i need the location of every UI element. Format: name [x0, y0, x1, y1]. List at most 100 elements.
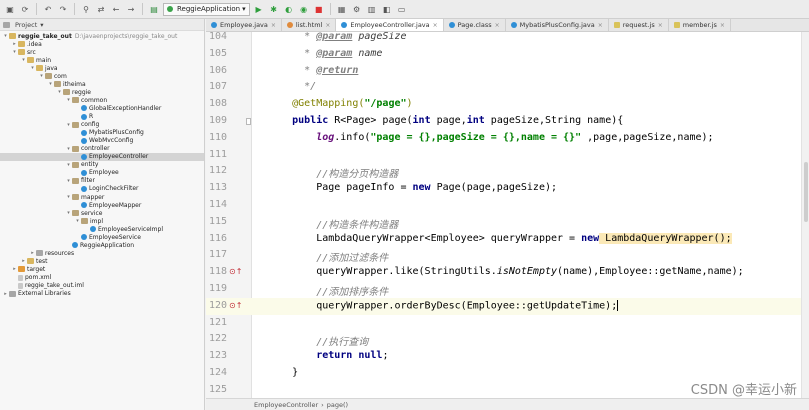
close-icon[interactable]: ×	[598, 22, 603, 29]
code-text[interactable]: //构造条件构造器	[316, 216, 398, 231]
settings-icon[interactable]: ⚙	[351, 3, 363, 15]
expand-arrow-icon[interactable]: ▾	[65, 194, 72, 200]
search-icon[interactable]: ⚲	[80, 3, 92, 15]
tree-node[interactable]: R	[0, 113, 204, 121]
code-line[interactable]: 105 * @param name	[206, 46, 809, 63]
terminal-icon[interactable]: ▭	[396, 3, 408, 15]
tree-node[interactable]: ▾ entity	[0, 161, 204, 169]
expand-arrow-icon[interactable]: ▾	[65, 97, 72, 103]
expand-arrow-icon[interactable]: ▾	[74, 218, 81, 224]
line-number[interactable]: 122	[206, 333, 227, 344]
code-text[interactable]: }	[292, 367, 298, 378]
override-marker-icon[interactable]: ⊙↑	[229, 301, 242, 310]
line-number[interactable]: 115	[206, 216, 227, 227]
collapse-arrow-icon[interactable]: ▸	[29, 250, 36, 256]
tree-node[interactable]: EmployeeController	[0, 152, 204, 161]
code-text[interactable]: public R<Page> page(int page,int pageSiz…	[292, 115, 623, 126]
code-line[interactable]: 109 public R<Page> page(int page,int page…	[206, 113, 809, 130]
tree-node[interactable]: ▾ itheima	[0, 80, 204, 88]
tree-node[interactable]: ▸ test	[0, 257, 204, 265]
tree-node[interactable]: EmployeeMapper	[0, 201, 204, 209]
scrollbar-thumb[interactable]	[804, 162, 808, 222]
line-number[interactable]: 117	[206, 249, 227, 260]
close-icon[interactable]: ×	[433, 22, 438, 29]
close-icon[interactable]: ×	[325, 22, 330, 29]
project-structure-icon[interactable]: ▥	[366, 3, 378, 15]
code-line[interactable]: 114	[206, 197, 809, 214]
code-line[interactable]: 110 log.info("page = {},pageSize = {},nam…	[206, 130, 809, 147]
expand-arrow-icon[interactable]: ▾	[47, 81, 54, 87]
code-line[interactable]: 108 @GetMapping("/page")	[206, 96, 809, 113]
tree-node[interactable]: WebMvcConfig	[0, 137, 204, 145]
tree-node[interactable]: EmployeeService	[0, 233, 204, 241]
expand-arrow-icon[interactable]: ▾	[65, 210, 72, 216]
code-text[interactable]: * @param name	[304, 48, 382, 59]
breadcrumb-class[interactable]: EmployeeController	[254, 401, 318, 409]
code-line[interactable]: 121	[206, 315, 809, 332]
tree-node[interactable]: ▾ src	[0, 48, 204, 56]
line-number[interactable]: 119	[206, 283, 227, 294]
code-text[interactable]: log.info("page = {},pageSize = {},name =…	[316, 132, 713, 143]
expand-arrow-icon[interactable]: ▾	[65, 146, 72, 152]
line-number[interactable]: 113	[206, 182, 227, 193]
code-line[interactable]: 116 LambdaQueryWrapper<Employee> queryWra…	[206, 231, 809, 248]
collapse-arrow-icon[interactable]: ▸	[11, 41, 18, 47]
line-number[interactable]: 110	[206, 132, 227, 143]
close-icon[interactable]: ×	[495, 22, 500, 29]
tree-node[interactable]: pom.xml	[0, 274, 204, 282]
code-text[interactable]: LambdaQueryWrapper<Employee> queryWrappe…	[316, 232, 732, 244]
tree-node[interactable]: ReggieApplication	[0, 241, 204, 249]
code-text[interactable]: //构造分页构造器	[316, 165, 398, 180]
expand-arrow-icon[interactable]: ▾	[20, 57, 27, 63]
code-text[interactable]: //添加排序条件	[316, 283, 388, 298]
line-number[interactable]: 121	[206, 317, 227, 328]
tree-node[interactable]: ▾ service	[0, 209, 204, 217]
sdk-icon[interactable]: ◧	[381, 3, 393, 15]
chevron-down-icon[interactable]: ▾	[40, 21, 43, 29]
tree-node[interactable]: ▾ mapper	[0, 193, 204, 201]
line-number[interactable]: 123	[206, 350, 227, 361]
line-number[interactable]: 125	[206, 384, 227, 395]
editor-tab[interactable]: member.js ×	[669, 19, 731, 31]
tree-node[interactable]: LoginCheckFilter	[0, 185, 204, 193]
code-text[interactable]: * @param pageSize	[304, 32, 406, 42]
run-configuration-select[interactable]: ReggieApplication ▾	[163, 2, 250, 16]
line-number[interactable]: 120	[206, 300, 227, 311]
code-text[interactable]: */	[304, 81, 316, 92]
line-number[interactable]: 105	[206, 48, 227, 59]
code-line[interactable]: 111	[206, 147, 809, 164]
debug-icon[interactable]: ✱	[268, 3, 280, 15]
code-line[interactable]: 123 return null;	[206, 348, 809, 365]
line-number[interactable]: 118	[206, 266, 227, 277]
run-icon[interactable]: ▶	[253, 3, 265, 15]
code-line[interactable]: 120 ⊙↑ queryWrapper.orderByDesc(Employee::…	[206, 297, 809, 315]
code-text[interactable]: Page pageInfo = new Page(page,pageSize);	[316, 182, 557, 193]
line-number[interactable]: 112	[206, 165, 227, 176]
tree-node[interactable]: ▸ .idea	[0, 40, 204, 48]
tree-node[interactable]: ▸ External Libraries	[0, 290, 204, 298]
editor-tab[interactable]: Employee.java ×	[206, 19, 282, 31]
tree-node[interactable]: ▾ controller	[0, 145, 204, 153]
editor-tab[interactable]: EmployeeController.java ×	[336, 19, 444, 31]
code-editor[interactable]: 104 * @param pageSize 105 * @param name 106 *…	[206, 32, 809, 398]
undo-icon[interactable]: ↶	[42, 3, 54, 15]
line-number[interactable]: 116	[206, 233, 227, 244]
fold-icon[interactable]	[246, 118, 251, 125]
code-line[interactable]: 104 * @param pageSize	[206, 32, 809, 46]
collapse-arrow-icon[interactable]: ▸	[2, 291, 9, 297]
line-number[interactable]: 107	[206, 81, 227, 92]
breadcrumb-method[interactable]: page()	[327, 401, 348, 409]
tree-node[interactable]: reggie_take_out.iml	[0, 282, 204, 290]
expand-arrow-icon[interactable]: ▾	[2, 33, 9, 39]
vertical-scrollbar[interactable]	[801, 32, 809, 398]
override-marker-icon[interactable]: ⊙↑	[229, 267, 242, 276]
collapse-arrow-icon[interactable]: ▸	[20, 258, 27, 264]
tree-node[interactable]: ▸ target	[0, 265, 204, 273]
code-text[interactable]: //执行查询	[316, 333, 368, 348]
stop-icon[interactable]: ■	[313, 3, 325, 15]
tree-node[interactable]: ▾ impl	[0, 217, 204, 225]
back-icon[interactable]: ←	[110, 3, 122, 15]
forward-icon[interactable]: →	[125, 3, 137, 15]
tree-node[interactable]: ▸ resources	[0, 249, 204, 257]
code-text[interactable]: queryWrapper.orderByDesc(Employee::getUp…	[316, 299, 619, 311]
